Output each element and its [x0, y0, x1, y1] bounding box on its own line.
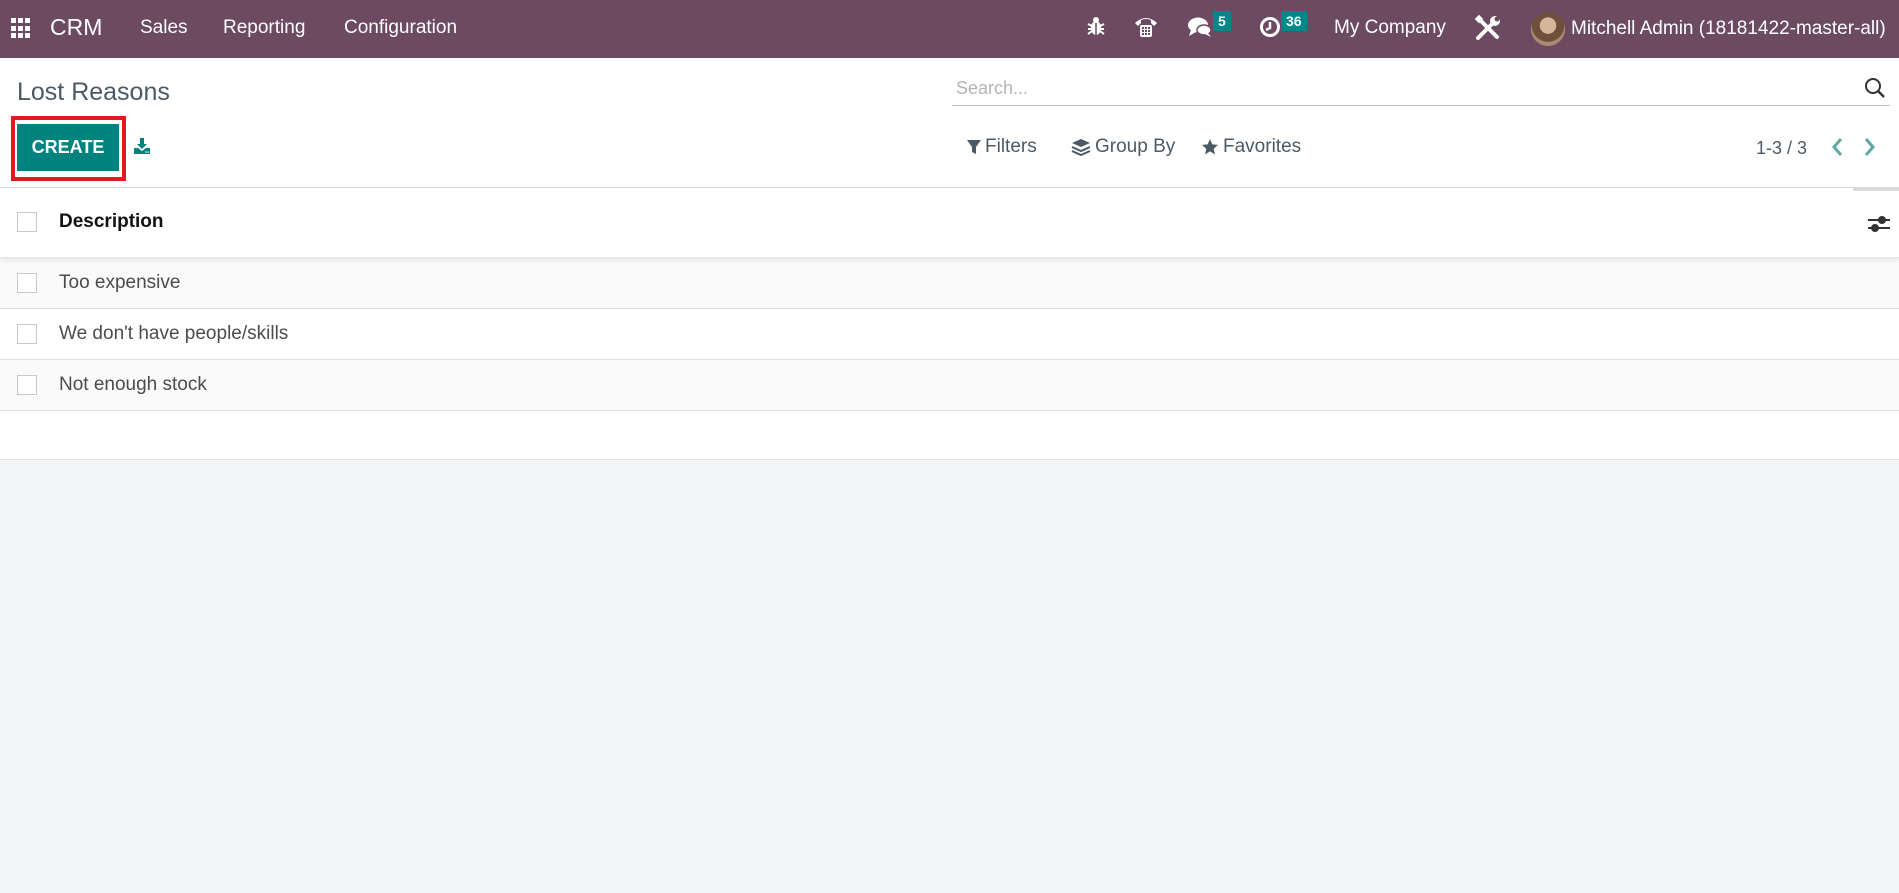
pager-value[interactable]: 1-3 / 3: [1756, 138, 1807, 159]
filters-label: Filters: [985, 136, 1037, 157]
favorites-label: Favorites: [1223, 136, 1302, 157]
messages-badge: 5: [1213, 11, 1231, 31]
row-checkbox[interactable]: [17, 375, 37, 395]
bug-icon[interactable]: [1086, 15, 1106, 43]
company-switcher[interactable]: My Company: [1334, 17, 1446, 39]
page-title: Lost Reasons: [17, 78, 170, 106]
optional-columns-icon[interactable]: [1867, 214, 1891, 234]
row-checkbox[interactable]: [17, 273, 37, 293]
description-cell: Too expensive: [59, 272, 181, 293]
download-icon[interactable]: [133, 137, 151, 155]
search-bar: [952, 72, 1890, 106]
star-icon: [1201, 138, 1219, 156]
control-panel: Lost Reasons CREATE Filters Group By Fav…: [0, 58, 1899, 188]
clock-icon[interactable]: [1259, 16, 1281, 44]
list-header: Description: [0, 188, 1899, 258]
select-all-checkbox[interactable]: [17, 212, 37, 232]
pager-previous-icon[interactable]: [1830, 136, 1844, 164]
chat-icon[interactable]: [1187, 16, 1213, 44]
table-row[interactable]: Not enough stock: [0, 360, 1899, 411]
apps-grid-icon[interactable]: [11, 18, 32, 39]
top-navbar: CRM Sales Reporting Configuration 5 36 M…: [0, 0, 1899, 58]
column-header-description[interactable]: Description: [59, 211, 164, 233]
search-input[interactable]: [956, 74, 1836, 102]
search-icon[interactable]: [1864, 77, 1886, 99]
menu-configuration[interactable]: Configuration: [344, 17, 457, 39]
app-brand[interactable]: CRM: [50, 14, 102, 41]
group-by-button[interactable]: Group By: [1071, 136, 1175, 158]
user-menu[interactable]: Mitchell Admin (18181422-master-all): [1531, 12, 1886, 46]
menu-sales[interactable]: Sales: [140, 17, 188, 39]
activities-badge: 36: [1281, 11, 1307, 31]
list-view: Description Too expensive We don't have …: [0, 188, 1899, 460]
layers-icon: [1071, 138, 1091, 156]
menu-reporting[interactable]: Reporting: [223, 17, 305, 39]
group-by-label: Group By: [1095, 136, 1176, 157]
tools-icon[interactable]: [1474, 14, 1502, 48]
phone-icon[interactable]: [1133, 15, 1159, 45]
table-row[interactable]: Too expensive: [0, 258, 1899, 309]
filters-button[interactable]: Filters: [967, 136, 1037, 158]
description-cell: Not enough stock: [59, 374, 207, 395]
row-checkbox[interactable]: [17, 324, 37, 344]
description-cell: We don't have people/skills: [59, 323, 289, 344]
empty-row: [0, 411, 1899, 460]
pager-next-icon[interactable]: [1863, 136, 1877, 164]
filter-icon: [967, 139, 981, 155]
avatar: [1531, 12, 1565, 46]
create-button[interactable]: CREATE: [17, 124, 119, 171]
table-row[interactable]: We don't have people/skills: [0, 309, 1899, 360]
favorites-button[interactable]: Favorites: [1201, 136, 1301, 158]
scrollbar[interactable]: [1853, 188, 1899, 191]
user-name: Mitchell Admin (18181422-master-all): [1571, 18, 1886, 39]
